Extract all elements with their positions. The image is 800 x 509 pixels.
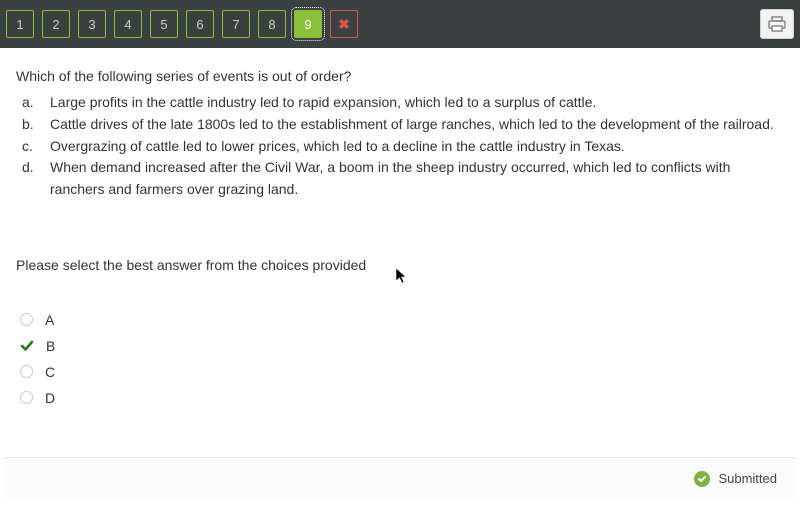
radio-unchecked-icon[interactable] [20,391,33,404]
status-footer: Submitted [3,457,797,499]
radio-unchecked-icon[interactable] [20,313,33,326]
nav-question-7[interactable]: 7 [222,10,250,38]
option-letter: d. [22,157,38,200]
choice-c[interactable]: C [20,359,784,385]
question-option-c: c. Overgrazing of cattle led to lower pr… [22,136,784,158]
nav-question-6[interactable]: 6 [186,10,214,38]
nav-question-2[interactable]: 2 [42,10,70,38]
option-letter: b. [22,114,38,136]
status-text: Submitted [718,471,777,486]
question-option-d: d. When demand increased after the Civil… [22,157,784,200]
close-icon: ✖ [338,16,350,33]
option-text: Cattle drives of the late 1800s led to t… [50,114,774,136]
nav-question-4[interactable]: 4 [114,10,142,38]
option-letter: a. [22,92,38,114]
choice-label: B [46,338,55,354]
radio-checked-icon[interactable] [20,339,34,353]
print-icon [768,16,786,32]
close-button[interactable]: ✖ [330,10,358,38]
question-option-b: b. Cattle drives of the late 1800s led t… [22,114,784,136]
question-stem: Which of the following series of events … [16,66,784,86]
nav-question-8[interactable]: 8 [258,10,286,38]
question-option-a: a. Large profits in the cattle industry … [22,92,784,114]
option-text: Overgrazing of cattle led to lower price… [50,136,625,158]
app-frame: 1 2 3 4 5 6 7 8 9 ✖ Which of the followi… [0,0,800,509]
answer-instruction: Please select the best answer from the c… [16,257,784,273]
choice-label: C [45,364,55,380]
choice-d[interactable]: D [20,385,784,411]
option-letter: c. [22,136,38,158]
choice-label: A [45,312,54,328]
choice-a[interactable]: A [20,307,784,333]
question-nav-bar: 1 2 3 4 5 6 7 8 9 ✖ [0,0,800,48]
print-button[interactable] [760,9,794,39]
radio-unchecked-icon[interactable] [20,365,33,378]
question-content: Which of the following series of events … [0,48,800,453]
nav-question-9[interactable]: 9 [294,10,322,38]
option-text: Large profits in the cattle industry led… [50,92,596,114]
nav-question-3[interactable]: 3 [78,10,106,38]
choice-label: D [45,390,55,406]
nav-question-1[interactable]: 1 [6,10,34,38]
answer-choice-list: A B C D [20,307,784,411]
choice-b[interactable]: B [20,333,784,359]
success-check-icon [694,471,710,487]
nav-question-5[interactable]: 5 [150,10,178,38]
option-text: When demand increased after the Civil Wa… [50,157,784,200]
question-option-list: a. Large profits in the cattle industry … [22,92,784,200]
